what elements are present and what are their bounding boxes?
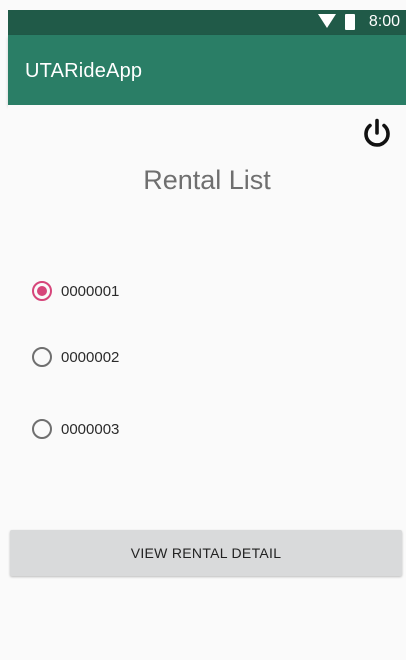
radio-button[interactable] — [32, 347, 52, 367]
rental-label: 0000003 — [61, 420, 120, 438]
view-rental-detail-button[interactable]: VIEW RENTAL DETAIL — [10, 530, 402, 576]
screen: 8:00 UTARideApp Rental List 0000001 0000… — [0, 0, 406, 660]
app-title: UTARideApp — [25, 60, 143, 82]
wifi-icon — [318, 14, 336, 28]
rental-radio-0000003[interactable]: 0000003 — [32, 416, 119, 442]
rental-radio-0000001[interactable]: 0000001 — [32, 278, 119, 304]
rental-label: 0000001 — [61, 282, 120, 300]
content-area: Rental List 0000001 0000002 0000003 VIEW… — [8, 105, 406, 660]
status-time: 8:00 — [368, 13, 400, 30]
rental-radio-0000002[interactable]: 0000002 — [32, 344, 119, 370]
power-icon[interactable] — [360, 117, 394, 151]
rental-label: 0000002 — [61, 348, 120, 366]
battery-icon — [345, 14, 355, 30]
page-title: Rental List — [143, 165, 271, 195]
app-bar: UTARideApp — [8, 35, 406, 105]
radio-button[interactable] — [32, 419, 52, 439]
radio-button-checked[interactable] — [32, 281, 52, 301]
status-bar: 8:00 — [8, 10, 406, 35]
